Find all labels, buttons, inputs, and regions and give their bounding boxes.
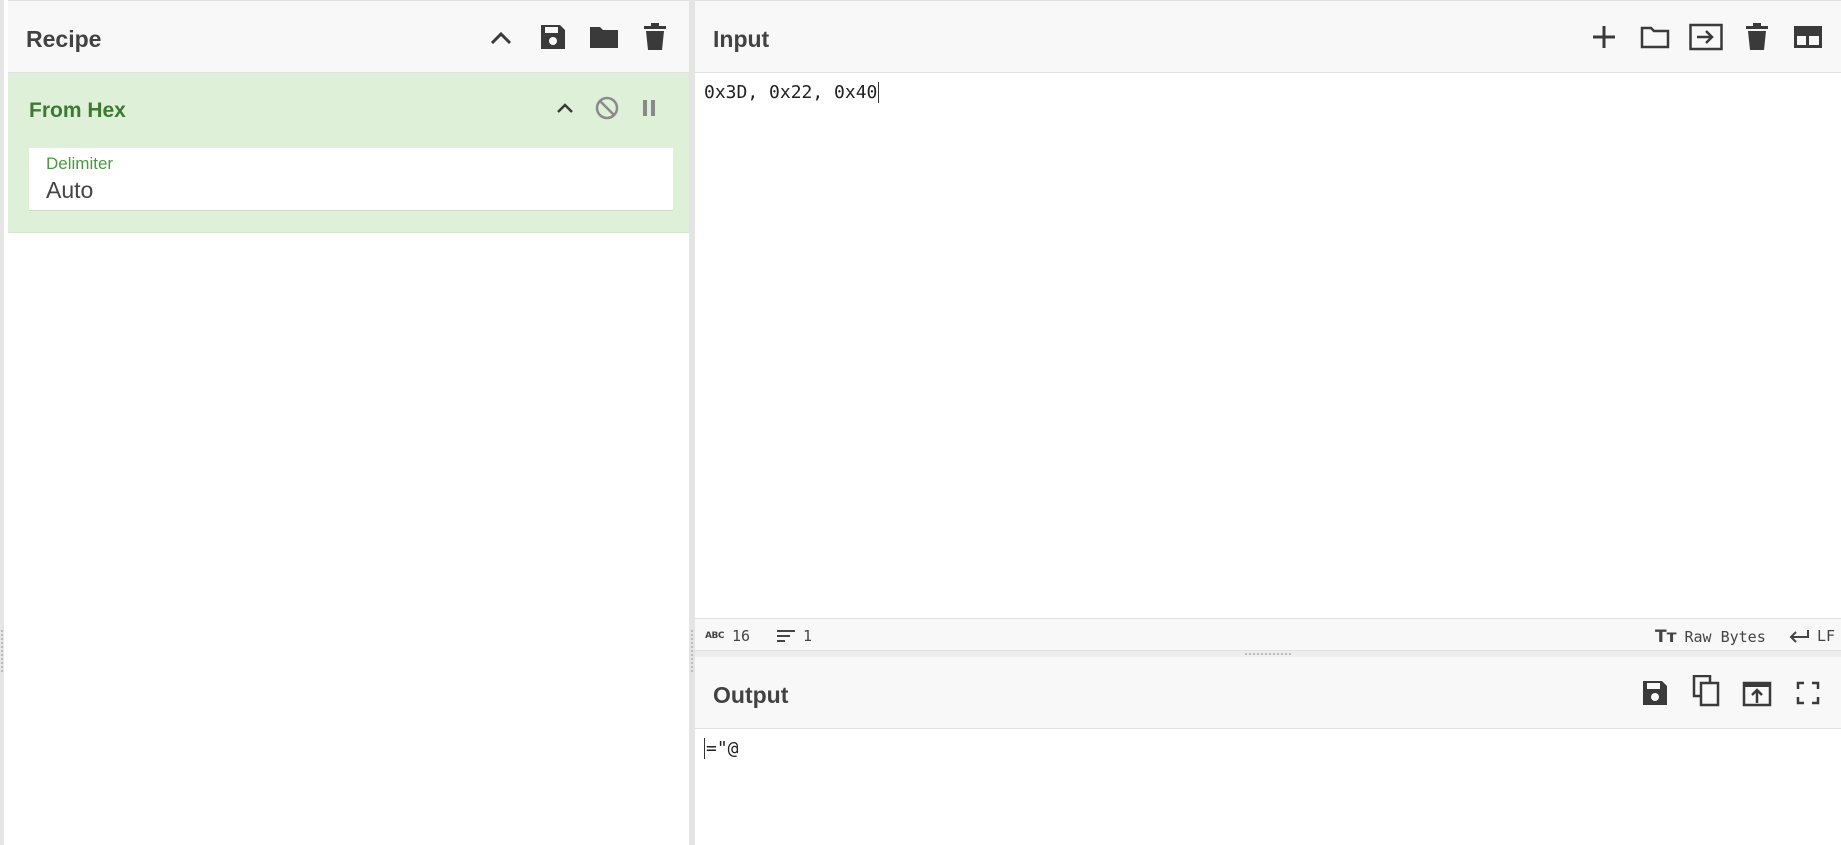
eol-selector[interactable]: LF <box>1789 627 1835 645</box>
chevron-up-icon[interactable] <box>483 20 519 56</box>
lines-icon <box>777 629 795 643</box>
resize-grip[interactable] <box>691 630 693 674</box>
return-icon <box>1789 629 1809 643</box>
input-status-bar: ABC 16 1 Tт Raw Bytes LF <box>695 618 1841 651</box>
resize-grip[interactable] <box>1 630 3 674</box>
output-header: Output <box>695 657 1841 729</box>
recipe-pane: Recipe From Hex Delimiter Auto <box>0 0 693 845</box>
plus-icon[interactable] <box>1586 19 1622 55</box>
delimiter-label: Delimiter <box>46 154 114 173</box>
encoding-value: Raw Bytes <box>1684 628 1766 646</box>
folder-icon[interactable] <box>1637 19 1673 55</box>
copy-icon[interactable] <box>1688 673 1724 709</box>
line-count: 1 <box>777 627 812 645</box>
operation-title: From Hex <box>29 99 126 122</box>
disable-icon[interactable] <box>592 93 622 123</box>
delimiter-field[interactable] <box>29 148 673 211</box>
input-text[interactable]: 0x3D, 0x22, 0x40 <box>704 82 880 103</box>
layout-icon[interactable] <box>1790 19 1826 55</box>
trash-icon[interactable] <box>637 19 673 55</box>
char-count: ABC 16 <box>705 627 750 645</box>
output-text[interactable]: ="@ <box>704 738 739 759</box>
line-count-value: 1 <box>803 627 813 645</box>
input-title: Input <box>713 26 770 52</box>
recipe-title: Recipe <box>26 26 102 52</box>
fullscreen-icon[interactable] <box>1790 675 1826 711</box>
eol-value: LF <box>1817 627 1836 645</box>
text-size-icon: Tт <box>1655 627 1677 647</box>
delimiter-value[interactable]: Auto <box>46 177 93 204</box>
operation-card-from-hex[interactable]: From Hex Delimiter Auto <box>8 73 693 233</box>
output-title: Output <box>713 682 789 708</box>
save-icon[interactable] <box>535 19 571 55</box>
output-textarea[interactable]: ="@ <box>695 729 1841 845</box>
char-count-value: 16 <box>731 627 750 645</box>
pause-icon[interactable] <box>634 93 664 123</box>
import-icon[interactable] <box>1688 19 1724 55</box>
input-textarea[interactable]: 0x3D, 0x22, 0x40 <box>695 73 1841 618</box>
chevron-up-icon[interactable] <box>550 93 580 123</box>
splitter-grip[interactable] <box>1245 653 1293 655</box>
encoding-selector[interactable]: Tт Raw Bytes <box>1655 627 1766 647</box>
trash-icon[interactable] <box>1739 19 1775 55</box>
input-header: Input <box>695 0 1841 73</box>
replace-input-icon[interactable] <box>1739 675 1775 711</box>
recipe-header: Recipe <box>8 0 693 73</box>
folder-icon[interactable] <box>586 19 622 55</box>
save-icon[interactable] <box>1637 675 1673 711</box>
abc-icon: ABC <box>705 631 724 641</box>
